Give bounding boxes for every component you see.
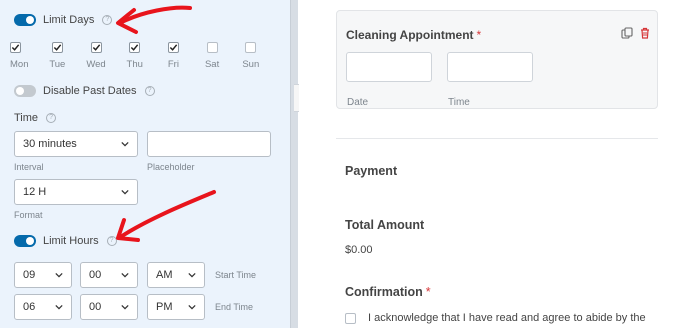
end-hour-select[interactable]: 06 [14, 294, 72, 320]
appointment-title: Cleaning Appointment * [346, 28, 481, 42]
format-label: Format [14, 210, 43, 220]
day-label: Sun [242, 59, 260, 70]
disable-past-dates-label: Disable Past Dates [43, 85, 137, 97]
panel-divider[interactable] [290, 0, 298, 328]
chevron-down-icon [121, 141, 129, 147]
start-hour-value: 09 [23, 269, 36, 281]
divider [336, 138, 658, 139]
day-checkbox[interactable] [245, 42, 257, 53]
start-time-label: Start Time [215, 270, 257, 280]
day-option-sun: Sun [231, 42, 270, 70]
field-options-panel: Limit Days ? Mon Tue Wed Thu Fri Sat Sun Disab… [0, 0, 290, 328]
checkmark-icon [11, 44, 20, 51]
help-icon[interactable]: ? [46, 113, 57, 123]
confirmation-checkbox[interactable] [345, 313, 356, 324]
confirmation-title: Confirmation * [345, 285, 431, 299]
end-minute-select[interactable]: 00 [80, 294, 138, 320]
day-label: Tue [49, 59, 66, 70]
start-minute-select[interactable]: 00 [80, 262, 138, 288]
start-minute-value: 00 [89, 269, 102, 281]
help-icon[interactable]: ? [144, 86, 155, 96]
day-label: Fri [167, 59, 179, 70]
total-amount-value: $0.00 [345, 244, 373, 256]
placeholder-label: Placeholder [147, 162, 195, 172]
confirmation-title-text: Confirmation [345, 285, 423, 299]
limit-hours-toggle[interactable] [14, 235, 36, 247]
appointment-title-text: Cleaning Appointment [346, 28, 474, 42]
format-select[interactable]: 12 H [14, 179, 138, 205]
day-checkbox[interactable] [10, 42, 21, 53]
help-icon[interactable]: ? [106, 236, 117, 246]
end-time-label: End Time [215, 302, 254, 312]
payment-title: Payment [345, 164, 398, 178]
confirmation-checkbox-row: I acknowledge that I have read and agree… [345, 312, 665, 324]
day-label: Mon [10, 59, 29, 70]
day-option-fri: Fri [154, 42, 193, 70]
limit-hours-label: Limit Hours [43, 235, 99, 247]
chevron-down-icon [55, 304, 63, 310]
day-label: Thu [126, 59, 143, 70]
day-checkbox[interactable] [90, 42, 102, 53]
disable-past-dates-toggle[interactable] [14, 85, 36, 97]
checkmark-icon [53, 44, 62, 51]
chevron-down-icon [121, 304, 129, 310]
disable-past-dates-row: Disable Past Dates ? [14, 83, 155, 99]
day-label: Sat [204, 59, 220, 70]
end-ampm-select[interactable]: PM [147, 294, 205, 320]
day-option-wed: Wed [77, 42, 116, 70]
chevron-down-icon [188, 272, 196, 278]
checkmark-icon [131, 44, 139, 51]
required-marker: * [425, 285, 431, 299]
limit-days-row: Limit Days ? [14, 12, 113, 28]
time-label: Time [14, 112, 39, 124]
form-preview: Cleaning Appointment * Date Time Payment … [299, 0, 680, 328]
date-label: Date [347, 97, 369, 108]
limit-days-label: Limit Days [43, 14, 95, 26]
day-label: Wed [86, 59, 106, 70]
start-hour-select[interactable]: 09 [14, 262, 72, 288]
chevron-down-icon [121, 189, 129, 195]
start-ampm-select[interactable]: AM [147, 262, 205, 288]
required-marker: * [476, 28, 482, 42]
chevron-down-icon [55, 272, 63, 278]
limit-days-toggle[interactable] [14, 14, 36, 26]
checkmark-icon [92, 44, 100, 51]
checkmark-icon [169, 44, 178, 51]
time-section-label: Time ? [14, 112, 57, 124]
end-hour-value: 06 [23, 301, 36, 313]
days-checklist: Mon Tue Wed Thu Fri Sat Sun [10, 42, 270, 70]
end-ampm-value: PM [156, 301, 173, 313]
date-input[interactable] [346, 52, 432, 82]
annotation-arrow [116, 5, 192, 34]
time-input[interactable] [447, 52, 533, 82]
day-checkbox[interactable] [167, 42, 179, 53]
appointment-field-card[interactable]: Cleaning Appointment * Date Time [336, 10, 658, 109]
format-value: 12 H [23, 186, 47, 198]
day-checkbox[interactable] [129, 42, 141, 53]
chevron-down-icon [188, 304, 196, 310]
start-ampm-value: AM [156, 269, 173, 281]
total-amount-title: Total Amount [345, 218, 425, 232]
interval-label: Interval [14, 162, 44, 172]
day-option-sat: Sat [193, 42, 232, 70]
duplicate-icon[interactable] [621, 27, 633, 39]
trash-icon[interactable] [639, 27, 651, 39]
day-option-mon: Mon [10, 42, 38, 70]
limit-hours-row: Limit Hours ? [14, 233, 117, 249]
confirmation-text: I acknowledge that I have read and agree… [368, 312, 646, 324]
interval-select[interactable]: 30 minutes [14, 131, 138, 157]
interval-value: 30 minutes [23, 138, 77, 150]
day-checkbox[interactable] [206, 42, 218, 53]
time-label: Time [448, 97, 470, 108]
chevron-down-icon [121, 272, 129, 278]
day-checkbox[interactable] [51, 42, 63, 53]
day-option-tue: Tue [38, 42, 77, 70]
card-actions [621, 27, 651, 39]
day-option-thu: Thu [115, 42, 154, 70]
help-icon[interactable]: ? [102, 15, 113, 25]
placeholder-input[interactable] [147, 131, 271, 157]
end-minute-value: 00 [89, 301, 102, 313]
